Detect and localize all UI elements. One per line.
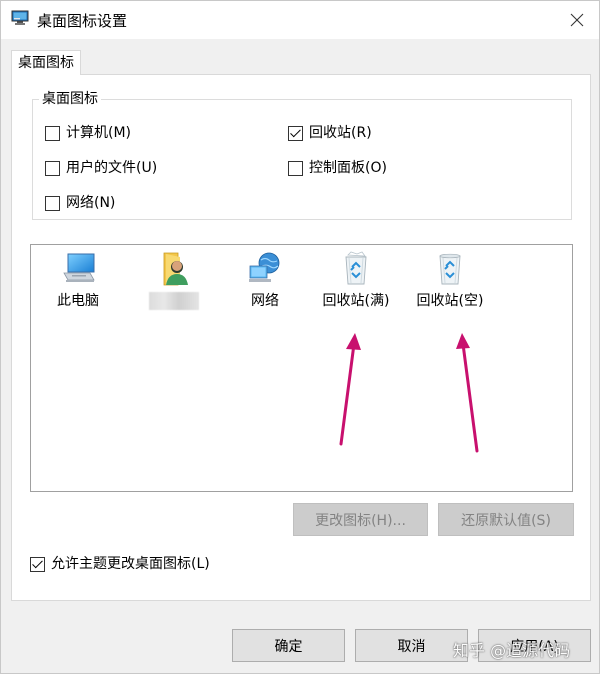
checkbox-box[interactable] xyxy=(45,125,60,141)
desktop-icon-settings-window: 桌面图标设置 桌面图标 桌面图标 计算机(M) 回收站(R) 用户的文件(U) … xyxy=(0,0,600,674)
checkbox-box[interactable] xyxy=(45,195,60,211)
network-icon xyxy=(249,252,280,282)
icon-item-recycle-bin-empty[interactable]: 回收站(空) xyxy=(405,245,495,319)
desktop-icons-groupbox: 桌面图标 计算机(M) 回收站(R) 用户的文件(U) 控制面板(O) 网络(N… xyxy=(32,90,572,220)
window-title: 桌面图标设置 xyxy=(37,12,128,30)
restore-default-button[interactable]: 还原默认值(S) xyxy=(438,503,574,536)
cancel-button[interactable]: 取消 xyxy=(355,629,468,662)
close-button[interactable] xyxy=(555,1,599,39)
change-icon-button[interactable]: 更改图标(H)... xyxy=(293,503,428,536)
icon-item-network[interactable]: 网络 xyxy=(220,245,310,319)
checkbox-label: 允许主题更改桌面图标(L) xyxy=(51,556,210,572)
icon-label: 回收站(空) xyxy=(416,293,484,309)
checkbox-label: 网络(N) xyxy=(66,195,116,211)
checkbox-label: 控制面板(O) xyxy=(309,160,387,176)
blurred-user-name xyxy=(149,292,199,310)
checkbox-box[interactable] xyxy=(30,556,45,572)
watermark: 知乎 @追源代码 xyxy=(453,641,571,660)
recycle-bin-full-icon xyxy=(345,251,367,285)
ok-button[interactable]: 确定 xyxy=(232,629,345,662)
checkbox-network[interactable]: 网络(N) xyxy=(45,194,115,212)
desktop-settings-app-icon xyxy=(11,10,29,25)
checkbox-box[interactable] xyxy=(45,160,60,176)
title-bar[interactable]: 桌面图标设置 xyxy=(1,1,599,39)
checkbox-box[interactable] xyxy=(288,160,303,176)
checkbox-recycle-bin[interactable]: 回收站(R) xyxy=(288,124,372,142)
user-folder-icon xyxy=(163,252,188,286)
icon-item-this-pc[interactable]: 此电脑 xyxy=(33,245,123,319)
checkbox-label: 计算机(M) xyxy=(66,125,132,141)
checkbox-label: 回收站(R) xyxy=(309,125,372,141)
checkbox-control-panel[interactable]: 控制面板(O) xyxy=(288,159,387,177)
groupbox-legend: 桌面图标 xyxy=(39,90,101,108)
icon-label: 网络 xyxy=(251,293,279,309)
checkbox-box[interactable] xyxy=(288,125,303,141)
checkbox-computer[interactable]: 计算机(M) xyxy=(45,124,131,142)
checkbox-allow-theme-change[interactable]: 允许主题更改桌面图标(L) xyxy=(30,555,210,573)
recycle-bin-empty-icon xyxy=(439,253,461,285)
icon-item-user-folder[interactable] xyxy=(129,245,219,319)
tab-strip: 桌面图标 xyxy=(1,39,599,75)
icon-item-recycle-bin-full[interactable]: 回收站(满) xyxy=(311,245,401,319)
icon-label: 此电脑 xyxy=(57,293,99,309)
icon-label: 回收站(满) xyxy=(322,293,390,309)
close-icon xyxy=(570,13,584,27)
checkbox-label: 用户的文件(U) xyxy=(66,160,158,176)
tab-page: 桌面图标 计算机(M) 回收站(R) 用户的文件(U) 控制面板(O) 网络(N… xyxy=(11,74,591,601)
tab-desktop-icons[interactable]: 桌面图标 xyxy=(11,50,81,75)
checkbox-user-files[interactable]: 用户的文件(U) xyxy=(45,159,157,177)
icon-list[interactable]: 此电脑 网络 回收站(满) 回收站(空) xyxy=(30,244,573,492)
computer-icon xyxy=(63,253,95,282)
